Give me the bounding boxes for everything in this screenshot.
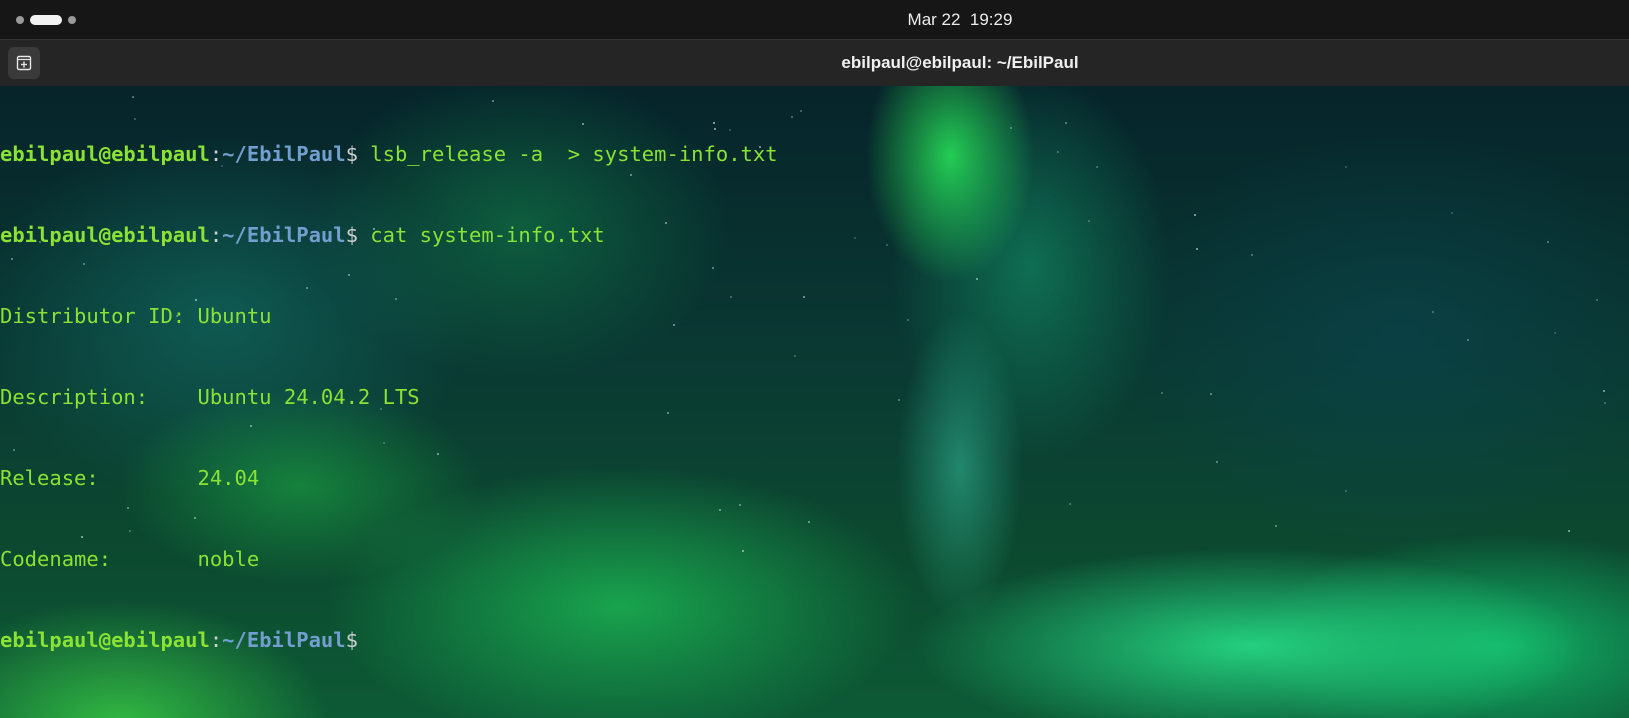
star [1194, 214, 1196, 216]
star [791, 116, 793, 118]
star [808, 521, 810, 523]
workspace-active-pill[interactable] [30, 14, 62, 25]
new-tab-button[interactable] [8, 47, 40, 79]
star [1069, 503, 1071, 505]
output-line: Distributor ID: Ubuntu [0, 304, 272, 328]
star [1275, 525, 1277, 527]
star [1345, 490, 1347, 492]
output-line: Description: Ubuntu 24.04.2 LTS [0, 385, 420, 409]
command-line: ebilpaul@ebilpaul:~/EbilPaul$ lsb_releas… [0, 141, 778, 168]
star [854, 237, 856, 239]
star [803, 296, 805, 298]
star [1554, 332, 1556, 334]
star [1603, 390, 1605, 392]
terminal-text[interactable]: ebilpaul@ebilpaul:~/EbilPaul$ lsb_releas… [0, 87, 778, 708]
star [1432, 311, 1434, 313]
top-bar: Mar 22 19:29 [0, 0, 1629, 39]
star [1161, 392, 1163, 394]
workspace-indicator[interactable] [16, 14, 76, 25]
star [1010, 127, 1012, 129]
star [1216, 461, 1218, 463]
output-line: Release: 24.04 [0, 466, 260, 490]
current-prompt-line: ebilpaul@ebilpaul:~/EbilPaul$ [0, 627, 778, 654]
star [1604, 402, 1606, 404]
command-text: lsb_release -a > system-info.txt [357, 142, 778, 166]
output-line: Codename: noble [0, 547, 260, 571]
prompt-user-host: ebilpaul@ebilpaul [0, 628, 210, 652]
star [1196, 248, 1198, 250]
star [1451, 212, 1453, 214]
clock[interactable]: Mar 22 19:29 [860, 0, 1060, 39]
star [1065, 122, 1067, 124]
prompt-colon: : [209, 223, 223, 247]
star [1057, 151, 1059, 153]
prompt-path: ~/EbilPaul [222, 142, 346, 166]
star [898, 399, 900, 401]
star [976, 278, 978, 280]
prompt-path: ~/EbilPaul [222, 628, 346, 652]
star [800, 110, 802, 112]
prompt-path: ~/EbilPaul [222, 223, 346, 247]
prompt-user-host: ebilpaul@ebilpaul [0, 223, 210, 247]
star [1096, 166, 1098, 168]
desktop-screen: Mar 22 19:29 ebilpaul@ebilpaul: ~/EbilPa… [0, 0, 1629, 718]
terminal-header-bar: ebilpaul@ebilpaul: ~/EbilPaul [0, 39, 1629, 86]
star [1088, 220, 1090, 222]
star [1210, 393, 1212, 395]
command-text: cat system-info.txt [357, 223, 605, 247]
star [886, 244, 888, 246]
star [1345, 166, 1347, 168]
prompt-user-host: ebilpaul@ebilpaul [0, 142, 210, 166]
prompt-colon: : [209, 142, 223, 166]
workspace-dot[interactable] [16, 15, 24, 24]
star [1568, 530, 1570, 532]
star [794, 355, 796, 357]
prompt-dollar: $ [345, 223, 358, 247]
star [1467, 339, 1469, 341]
prompt-dollar: $ [345, 628, 358, 652]
prompt-colon: : [209, 628, 223, 652]
new-tab-icon [16, 55, 32, 71]
window-title: ebilpaul@ebilpaul: ~/EbilPaul [841, 53, 1079, 72]
command-line: ebilpaul@ebilpaul:~/EbilPaul$ cat system… [0, 222, 778, 249]
star [1251, 254, 1253, 256]
star [907, 319, 909, 321]
star [1547, 241, 1549, 243]
prompt-dollar: $ [345, 142, 358, 166]
terminal-view[interactable]: ebilpaul@ebilpaul:~/EbilPaul$ lsb_releas… [0, 86, 1629, 718]
workspace-dot[interactable] [68, 15, 76, 24]
star [1596, 299, 1598, 301]
